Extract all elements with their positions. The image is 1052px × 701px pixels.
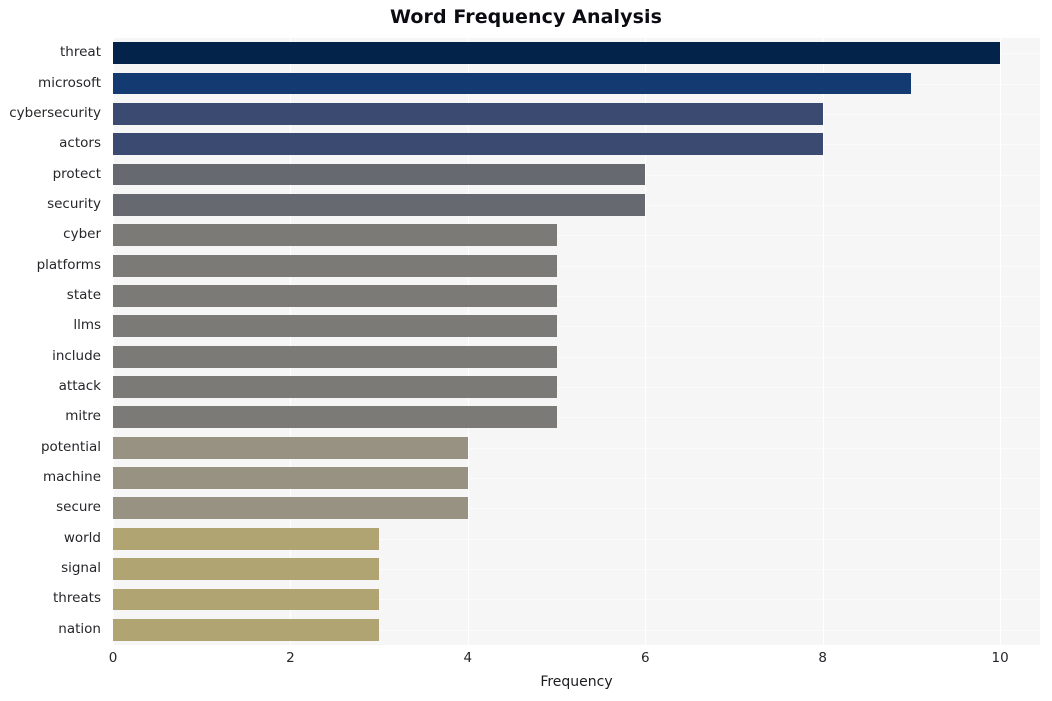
bar	[113, 588, 380, 611]
bar	[113, 618, 380, 641]
bar	[113, 527, 380, 550]
x-tick-label: 10	[991, 650, 1009, 666]
y-tick-label: llms	[73, 317, 101, 334]
plot-area	[113, 38, 1040, 645]
y-tick-label: cybersecurity	[9, 104, 101, 121]
bar	[113, 285, 557, 307]
bar	[113, 345, 557, 368]
gridline-vertical	[113, 38, 114, 645]
x-tick-label: 2	[286, 650, 295, 666]
y-tick-label: mitre	[65, 408, 101, 425]
x-axis-label: Frequency	[540, 674, 613, 690]
bar	[113, 497, 468, 520]
bar	[113, 376, 557, 398]
chart-title: Word Frequency Analysis	[389, 6, 663, 28]
y-tick-label: threat	[60, 44, 101, 61]
x-axis-tick-labels: 0 2 4 6 8 10	[0, 650, 1052, 674]
y-tick-label: security	[47, 195, 101, 212]
bar	[113, 163, 646, 186]
x-tick-label: 4	[463, 650, 473, 666]
y-tick-label: attack	[58, 378, 101, 395]
bar	[113, 406, 557, 429]
bar	[113, 42, 1001, 65]
gridline-vertical	[822, 38, 824, 645]
bar	[113, 558, 380, 581]
bar	[113, 254, 557, 277]
bar	[113, 315, 557, 338]
y-tick-label: machine	[42, 469, 101, 486]
gridline-vertical	[467, 38, 469, 645]
gridline-vertical	[290, 38, 292, 645]
y-tick-label: protect	[52, 165, 101, 182]
y-tick-label: state	[66, 286, 101, 303]
y-tick-label: potential	[40, 438, 101, 455]
x-tick-label: 6	[640, 650, 650, 666]
bar	[113, 72, 912, 95]
bar	[113, 467, 468, 489]
y-tick-label: nation	[58, 620, 101, 637]
y-tick-label: signal	[61, 560, 101, 577]
y-axis-tick-labels: threat microsoft cybersecurity actors protec…	[0, 38, 107, 645]
bar	[113, 193, 646, 216]
x-tick-label: 8	[818, 650, 827, 666]
bar	[113, 224, 557, 247]
y-tick-label: microsoft	[38, 74, 101, 91]
x-tick-label: 0	[108, 650, 118, 666]
chart-figure: Word Frequency Analysis threat microsoft c…	[0, 0, 1052, 701]
gridline-vertical	[645, 38, 647, 645]
y-tick-label: cyber	[63, 226, 101, 243]
y-tick-label: platforms	[36, 256, 101, 273]
y-tick-label: threats	[52, 590, 101, 607]
y-tick-label: include	[52, 347, 101, 364]
bar	[113, 436, 468, 459]
y-tick-label: world	[63, 529, 101, 546]
bar	[113, 133, 823, 156]
y-tick-label: secure	[56, 499, 101, 516]
bar	[113, 102, 823, 125]
y-tick-label: actors	[59, 135, 101, 152]
gridline-vertical	[1000, 38, 1002, 645]
